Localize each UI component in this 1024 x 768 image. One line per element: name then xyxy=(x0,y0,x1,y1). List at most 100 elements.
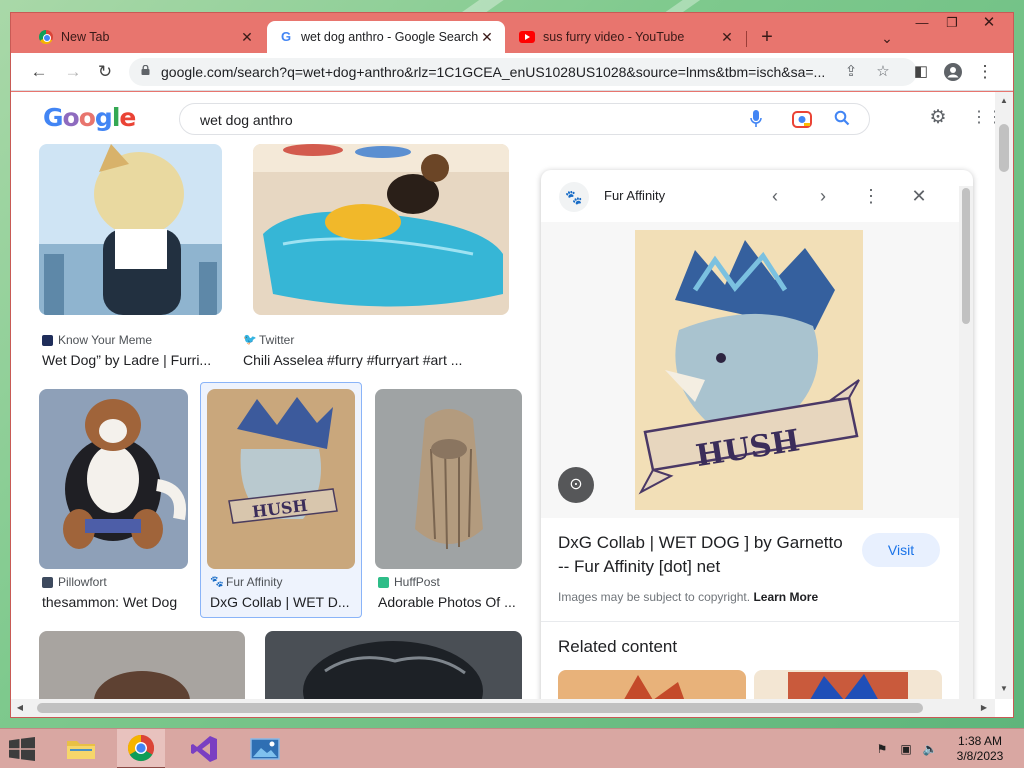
lens-search-button[interactable]: ⊙ xyxy=(558,467,594,503)
result-title[interactable]: Adorable Photos Of ... xyxy=(378,594,518,610)
page-horizontal-scrollbar[interactable]: ◀ ▶ xyxy=(11,699,995,717)
reload-button[interactable]: ↻ xyxy=(93,60,117,84)
taskbar-photos[interactable] xyxy=(241,729,289,768)
microphone-icon[interactable] xyxy=(746,110,766,130)
tab-title: New Tab xyxy=(61,30,110,44)
share-icon[interactable]: ⇪ xyxy=(841,62,861,82)
copyright-notice: Images may be subject to copyright. Lear… xyxy=(558,590,818,604)
result-title[interactable]: Chili Asselea #furry #furryart #art ... xyxy=(243,352,483,368)
side-panel-icon[interactable]: ◧ xyxy=(909,60,933,84)
search-box[interactable]: wet dog anthro xyxy=(179,103,870,135)
close-icon[interactable]: ✕ xyxy=(719,29,735,45)
horizontal-scrollbar-thumb[interactable] xyxy=(37,703,923,713)
result-thumbnail[interactable] xyxy=(39,389,188,569)
result-title[interactable]: Wet Dog” by Ladre | Furri... xyxy=(42,352,222,368)
chevron-right-icon[interactable]: › xyxy=(811,184,835,208)
action-center-flag-icon[interactable]: ⚑ xyxy=(874,741,890,757)
folder-icon xyxy=(67,741,95,759)
result-thumbnail[interactable] xyxy=(39,144,222,315)
huffpost-icon xyxy=(378,576,389,588)
pillowfort-icon xyxy=(42,576,53,588)
tab-title: wet dog anthro - Google Search xyxy=(301,30,479,44)
system-clock[interactable]: 1:38 AM 3/8/2023 xyxy=(948,734,1012,764)
forward-button[interactable]: → xyxy=(61,60,85,84)
close-icon[interactable]: ✕ xyxy=(239,29,255,45)
taskbar-file-explorer[interactable] xyxy=(57,729,105,768)
chrome-icon xyxy=(127,734,155,762)
browser-toolbar: ← → ↻ google.com/search?q=wet+dog+anthro… xyxy=(11,53,1013,91)
search-input[interactable]: wet dog anthro xyxy=(200,112,293,128)
lock-icon xyxy=(141,65,150,75)
window-close-button[interactable]: ✕ xyxy=(969,13,1009,33)
chrome-menu-icon[interactable]: ⋮ xyxy=(973,60,997,84)
page-vertical-scrollbar[interactable]: ▲ ▼ xyxy=(995,92,1013,699)
panel-image-title[interactable]: DxG Collab | WET DOG ] by Garnetto -- Fu… xyxy=(558,531,848,579)
search-icon[interactable] xyxy=(832,110,852,130)
learn-more-link[interactable]: Learn More xyxy=(753,590,818,604)
result-thumbnail[interactable] xyxy=(39,631,245,699)
scroll-up-arrow[interactable]: ▲ xyxy=(997,94,1011,108)
panel-source[interactable]: Fur Affinity xyxy=(604,188,665,203)
network-icon[interactable]: ▣ xyxy=(898,741,914,757)
tab-youtube[interactable]: sus furry video - YouTube ✕ xyxy=(507,21,745,53)
paw-icon: 🐾 xyxy=(559,182,589,212)
volume-icon[interactable]: 🔈 xyxy=(922,741,938,757)
result-source-label: Pillowfort xyxy=(58,575,107,589)
tab-separator xyxy=(746,31,747,47)
divider xyxy=(541,621,959,622)
minimize-button[interactable]: — xyxy=(907,13,937,33)
preview-image-area: HUSH ⊙ xyxy=(541,222,959,518)
result-source[interactable]: 🐾 Fur Affinity xyxy=(210,575,282,589)
profile-icon[interactable] xyxy=(941,60,965,84)
tab-title: sus furry video - YouTube xyxy=(543,30,685,44)
tab-google-search[interactable]: G wet dog anthro - Google Search ✕ xyxy=(267,21,505,53)
windows-start-icon[interactable] xyxy=(8,737,36,761)
preview-image[interactable]: HUSH xyxy=(635,230,863,510)
lens-camera-icon[interactable] xyxy=(792,110,812,130)
result-source-label: HuffPost xyxy=(394,575,440,589)
result-thumbnail[interactable] xyxy=(253,144,509,315)
vertical-scrollbar-thumb[interactable] xyxy=(999,124,1009,172)
new-tab-button[interactable]: + xyxy=(755,26,779,50)
chevron-left-icon[interactable]: ‹ xyxy=(763,184,787,208)
panel-header: 🐾 Fur Affinity ‹ › ⋮ ✕ xyxy=(541,170,973,222)
result-thumbnail[interactable] xyxy=(375,389,522,569)
google-logo[interactable]: Google xyxy=(43,103,136,133)
scroll-down-arrow[interactable]: ▼ xyxy=(997,682,1011,696)
paw-icon: 🐾 xyxy=(210,575,224,588)
visit-button[interactable]: Visit xyxy=(862,533,940,567)
result-source[interactable]: Know Your Meme xyxy=(42,333,152,347)
maximize-button[interactable]: ❐ xyxy=(937,13,967,33)
settings-gear-icon[interactable]: ⚙ xyxy=(926,106,950,130)
bookmark-star-icon[interactable]: ☆ xyxy=(873,62,893,82)
image-viewer-icon xyxy=(250,738,280,760)
back-button[interactable]: ← xyxy=(27,60,51,84)
scroll-right-arrow[interactable]: ▶ xyxy=(977,701,991,715)
result-source[interactable]: HuffPost xyxy=(378,575,440,589)
result-thumbnail[interactable] xyxy=(265,631,522,699)
result-thumbnail[interactable]: HUSH xyxy=(207,389,355,569)
tab-search-button[interactable]: ⌄ xyxy=(875,26,899,50)
result-source[interactable]: Pillowfort xyxy=(42,575,107,589)
youtube-icon xyxy=(519,31,535,43)
result-title[interactable]: thesammon: Wet Dog xyxy=(42,594,192,610)
more-options-icon[interactable]: ⋮ xyxy=(859,184,883,208)
result-title[interactable]: DxG Collab | WET D... xyxy=(210,594,350,610)
google-header: Google wet dog anthro ⚙ ⋮⋮ xyxy=(11,92,1003,144)
panel-scrollbar[interactable] xyxy=(959,186,973,710)
close-icon[interactable]: ✕ xyxy=(907,184,931,208)
taskbar-chrome[interactable] xyxy=(117,729,165,768)
tab-new-tab[interactable]: New Tab ✕ xyxy=(27,21,265,53)
tab-strip: New Tab ✕ G wet dog anthro - Google Sear… xyxy=(11,13,1013,53)
search-results-page: Google wet dog anthro ⚙ ⋮⋮ Know Your Mem… xyxy=(11,92,1013,717)
apps-grid-icon[interactable]: ⋮⋮ xyxy=(971,106,1003,130)
copyright-text: Images may be subject to copyright. xyxy=(558,590,751,604)
browser-window: New Tab ✕ G wet dog anthro - Google Sear… xyxy=(10,12,1014,718)
result-source-label: Fur Affinity xyxy=(226,575,283,589)
result-source[interactable]: 🐦 Twitter xyxy=(243,333,294,347)
close-icon[interactable]: ✕ xyxy=(479,29,495,45)
address-bar[interactable]: google.com/search?q=wet+dog+anthro&rlz=1… xyxy=(129,58,917,86)
scroll-left-arrow[interactable]: ◀ xyxy=(13,701,27,715)
taskbar-visual-studio[interactable] xyxy=(180,729,228,768)
panel-scrollbar-thumb[interactable] xyxy=(962,188,970,324)
